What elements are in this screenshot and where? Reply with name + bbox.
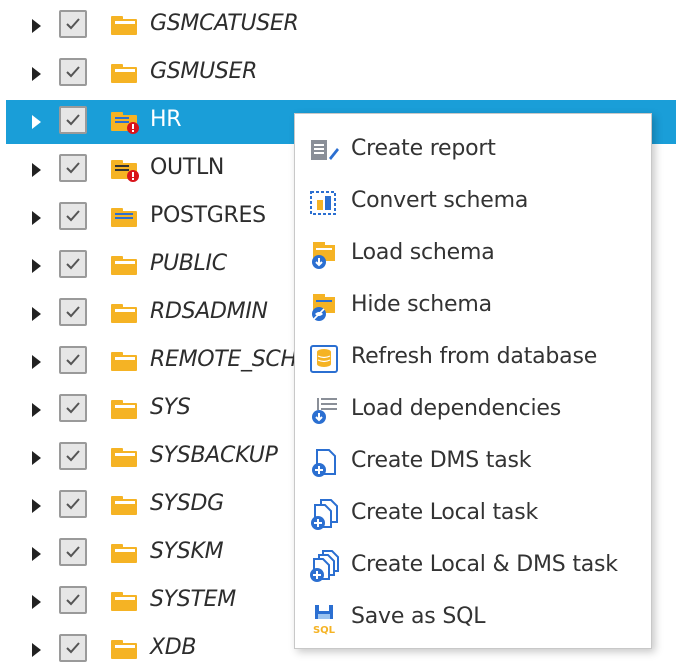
menu-item-load-dependencies[interactable]: Load dependencies: [295, 384, 651, 436]
menu-item-save-as-sql[interactable]: SQL Save as SQL: [295, 592, 651, 644]
expand-arrow-icon[interactable]: [32, 211, 41, 225]
tree-item-label: SYS: [150, 395, 191, 420]
tree-item-label: SYSTEM: [150, 587, 236, 612]
menu-item-create-dms-task[interactable]: Create DMS task: [295, 436, 651, 488]
checkbox[interactable]: [59, 634, 87, 662]
menu-item-label: Load dependencies: [351, 396, 561, 421]
folder-icon: [111, 352, 137, 371]
folder-icon: [111, 64, 137, 83]
menu-item-convert-schema[interactable]: Convert schema: [295, 176, 651, 228]
folder-icon: [111, 256, 137, 275]
menu-item-label: Hide schema: [351, 292, 492, 317]
menu-item-label: Load schema: [351, 240, 495, 265]
expand-arrow-icon[interactable]: [32, 595, 41, 609]
expand-arrow-icon[interactable]: [32, 355, 41, 369]
menu-item-label: Create Local & DMS task: [351, 552, 618, 577]
menu-item-create-local-task[interactable]: Create Local task: [295, 488, 651, 540]
menu-item-label: Create Local task: [351, 500, 539, 525]
expand-arrow-icon[interactable]: [32, 499, 41, 513]
checkbox[interactable]: [59, 394, 87, 422]
checkbox[interactable]: [59, 10, 87, 38]
checkbox[interactable]: [59, 202, 87, 230]
expand-arrow-icon[interactable]: [32, 115, 41, 129]
create-local-dms-task-icon: [310, 550, 339, 582]
folder-icon: [111, 304, 137, 323]
expand-arrow-icon[interactable]: [32, 451, 41, 465]
checkbox[interactable]: [59, 538, 87, 566]
tree-item-label: GSMCATUSER: [150, 11, 299, 36]
folder-icon: [111, 592, 137, 611]
schema-warning-icon: [111, 160, 139, 182]
checkbox[interactable]: [59, 586, 87, 614]
load-dependencies-icon: [312, 398, 337, 424]
tree-item-gsmuser[interactable]: GSMUSER: [6, 52, 676, 96]
menu-item-load-schema[interactable]: Load schema: [295, 228, 651, 280]
tree-item-label: SYSDG: [150, 491, 224, 516]
context-menu: Create report Convert schema Load schema…: [294, 113, 652, 649]
tree-item-label: RDSADMIN: [150, 299, 268, 324]
menu-item-hide-schema[interactable]: Hide schema: [295, 280, 651, 332]
tree-item-label: PUBLIC: [150, 251, 227, 276]
tree-item-gsmcatuser[interactable]: GSMCATUSER: [6, 4, 676, 48]
save-sql-icon: SQL: [313, 605, 336, 636]
tree-item-label: REMOTE_SCH: [150, 347, 297, 372]
expand-arrow-icon[interactable]: [32, 67, 41, 81]
menu-item-label: Refresh from database: [351, 344, 598, 369]
refresh-database-icon: [310, 345, 338, 373]
menu-item-create-local-dms-task[interactable]: Create Local & DMS task: [295, 540, 651, 592]
folder-icon: [111, 16, 137, 35]
expand-arrow-icon[interactable]: [32, 643, 41, 657]
report-icon: [311, 140, 339, 160]
checkbox[interactable]: [59, 106, 87, 134]
folder-icon: [111, 400, 137, 419]
tree-item-label: OUTLN: [150, 155, 225, 180]
folder-icon: [111, 640, 137, 659]
expand-arrow-icon[interactable]: [32, 163, 41, 177]
load-schema-icon: [312, 242, 335, 269]
svg-text:SQL: SQL: [313, 625, 336, 636]
checkbox[interactable]: [59, 442, 87, 470]
expand-arrow-icon[interactable]: [32, 547, 41, 561]
checkbox[interactable]: [59, 346, 87, 374]
folder-icon: [111, 496, 137, 515]
expand-arrow-icon[interactable]: [32, 19, 41, 33]
checkbox[interactable]: [59, 490, 87, 518]
folder-icon: [111, 448, 137, 467]
checkbox[interactable]: [59, 250, 87, 278]
menu-item-label: Save as SQL: [351, 604, 486, 629]
hide-schema-icon: [312, 294, 335, 321]
checkbox[interactable]: [59, 58, 87, 86]
tree-item-label: XDB: [150, 635, 197, 660]
tree-item-label: SYSBACKUP: [150, 443, 278, 468]
menu-item-label: Create report: [351, 136, 496, 161]
expand-arrow-icon[interactable]: [32, 403, 41, 417]
schema-warning-icon: [111, 112, 139, 134]
menu-item-create-report[interactable]: Create report: [295, 124, 651, 176]
menu-item-label: Convert schema: [351, 188, 529, 213]
tree-item-label: GSMUSER: [150, 59, 258, 84]
schema-icon: [111, 208, 137, 227]
menu-item-label: Create DMS task: [351, 448, 532, 473]
expand-arrow-icon[interactable]: [32, 259, 41, 273]
folder-icon: [111, 544, 137, 563]
tree-item-label: POSTGRES: [150, 203, 266, 228]
tree-item-label: SYSKM: [150, 539, 224, 564]
create-local-task-icon: [311, 499, 338, 530]
create-task-icon: [312, 449, 336, 477]
convert-icon: [310, 191, 336, 215]
checkbox[interactable]: [59, 298, 87, 326]
expand-arrow-icon[interactable]: [32, 307, 41, 321]
tree-item-label: HR: [150, 107, 182, 132]
menu-item-refresh-from-database[interactable]: Refresh from database: [295, 332, 651, 384]
checkbox[interactable]: [59, 154, 87, 182]
